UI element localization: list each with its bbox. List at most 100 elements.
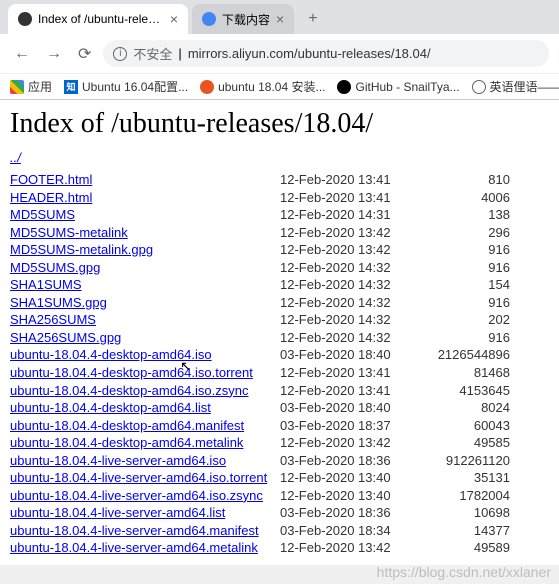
list-item: ubuntu-18.04.4-desktop-amd64.iso.torrent… (10, 364, 549, 382)
github-icon (337, 80, 351, 94)
bookmark-zhihu[interactable]: 知Ubuntu 16.04配置... (64, 78, 188, 95)
parent-dir-link[interactable]: ../ (10, 150, 549, 165)
file-date: 12-Feb-2020 13:42 (280, 434, 430, 452)
file-link[interactable]: ubuntu-18.04.4-desktop-amd64.iso.zsync (10, 382, 270, 400)
file-link[interactable]: ubuntu-18.04.4-live-server-amd64.iso.tor… (10, 469, 270, 487)
list-item: ubuntu-18.04.4-desktop-amd64.iso 03-Feb-2… (10, 346, 549, 364)
list-item: ubuntu-18.04.4-live-server-amd64.manifes… (10, 522, 549, 540)
file-size: 4153645 (430, 382, 510, 400)
bookmark-github[interactable]: GitHub - SnailTya... (337, 80, 459, 94)
list-item: SHA1SUMS.gpg12-Feb-2020 14:32916 (10, 294, 549, 312)
list-item: ubuntu-18.04.4-desktop-amd64.iso.zsync12… (10, 382, 549, 400)
ubuntu-icon (200, 80, 214, 94)
url-input[interactable]: i 不安全 | mirrors.aliyun.com/ubuntu-releas… (103, 40, 549, 67)
file-date: 03-Feb-2020 18:37 (280, 417, 430, 435)
file-date: 12-Feb-2020 13:41 (280, 364, 430, 382)
tab-downloads[interactable]: 下载内容 × (192, 4, 294, 34)
page-title: Index of /ubuntu-releases/18.04/ (10, 108, 549, 140)
file-link[interactable]: ubuntu-18.04.4-live-server-amd64.iso (10, 452, 270, 470)
file-size: 49589 (430, 539, 510, 557)
list-item: ubuntu-18.04.4-live-server-amd64.iso03-F… (10, 452, 549, 470)
tab-bar: Index of /ubuntu-releases/18.0 × 下载内容 × … (0, 0, 559, 34)
list-item: ubuntu-18.04.4-live-server-amd64.metalin… (10, 539, 549, 557)
forward-button[interactable]: → (42, 43, 66, 65)
file-link[interactable]: ubuntu-18.04.4-desktop-amd64.metalink (10, 434, 270, 452)
file-link[interactable]: ubuntu-18.04.4-desktop-amd64.iso.torrent (10, 364, 270, 382)
list-item: ubuntu-18.04.4-live-server-amd64.list03-… (10, 504, 549, 522)
tab-title: 下载内容 (222, 11, 270, 28)
file-size: 138 (430, 206, 510, 224)
address-bar: ← → ⟳ i 不安全 | mirrors.aliyun.com/ubuntu-… (0, 34, 559, 73)
file-date: 12-Feb-2020 14:32 (280, 276, 430, 294)
file-size: 49585 (430, 434, 510, 452)
list-item: MD5SUMS12-Feb-2020 14:31138 (10, 206, 549, 224)
new-tab-button[interactable]: + (298, 4, 327, 34)
tab-active[interactable]: Index of /ubuntu-releases/18.0 × (8, 4, 188, 34)
bookmark-ubuntu18[interactable]: ubuntu 18.04 安装... (200, 78, 325, 95)
file-date: 12-Feb-2020 13:42 (280, 241, 430, 259)
file-size: 4006 (430, 189, 510, 207)
file-link[interactable]: MD5SUMS-metalink (10, 224, 270, 242)
file-link[interactable]: MD5SUMS (10, 206, 270, 224)
download-icon (202, 12, 216, 26)
file-link[interactable]: SHA1SUMS.gpg (10, 294, 270, 312)
globe-icon (472, 80, 486, 94)
file-date: 03-Feb-2020 18:40 (280, 346, 430, 364)
file-link[interactable]: ubuntu-18.04.4-live-server-amd64.manifes… (10, 522, 270, 540)
file-date: 12-Feb-2020 13:40 (280, 487, 430, 505)
file-link[interactable]: SHA256SUMS.gpg (10, 329, 270, 347)
back-button[interactable]: ← (10, 43, 34, 65)
list-item: HEADER.html 12-Feb-2020 13:414006 (10, 189, 549, 207)
apps-button[interactable]: 应用 (10, 78, 52, 95)
list-item: ubuntu-18.04.4-desktop-amd64.metalink 12-… (10, 434, 549, 452)
file-link[interactable]: ubuntu-18.04.4-desktop-amd64.manifest (10, 417, 270, 435)
list-item: SHA1SUMS12-Feb-2020 14:32154 (10, 276, 549, 294)
file-link[interactable]: SHA1SUMS (10, 276, 270, 294)
file-link[interactable]: ubuntu-18.04.4-live-server-amd64.metalin… (10, 539, 270, 557)
bookmark-english[interactable]: 英语俚语——YIYM... (472, 78, 559, 95)
reload-button[interactable]: ⟳ (74, 42, 95, 66)
file-date: 12-Feb-2020 13:41 (280, 171, 430, 189)
file-size: 10698 (430, 504, 510, 522)
apps-icon (10, 80, 24, 94)
file-date: 12-Feb-2020 14:32 (280, 294, 430, 312)
list-item: SHA256SUMS12-Feb-2020 14:32202 (10, 311, 549, 329)
file-size: 81468 (430, 364, 510, 382)
file-link[interactable]: ubuntu-18.04.4-desktop-amd64.list (10, 399, 270, 417)
insecure-label: 不安全 (133, 44, 172, 63)
list-item: MD5SUMS-metalink 12-Feb-2020 13:42296 (10, 224, 549, 242)
separator: | (178, 46, 181, 61)
file-link[interactable]: MD5SUMS-metalink.gpg (10, 241, 270, 259)
file-size: 912261120 (430, 452, 510, 470)
file-link[interactable]: ubuntu-18.04.4-live-server-amd64.iso.zsy… (10, 487, 270, 505)
bookmarks-bar: 应用 知Ubuntu 16.04配置... ubuntu 18.04 安装...… (0, 73, 559, 99)
info-icon[interactable]: i (113, 47, 127, 61)
file-size: 296 (430, 224, 510, 242)
file-date: 12-Feb-2020 13:42 (280, 224, 430, 242)
file-size: 810 (430, 171, 510, 189)
file-link[interactable]: ubuntu-18.04.4-desktop-amd64.iso (10, 346, 270, 364)
file-date: 12-Feb-2020 13:41 (280, 189, 430, 207)
file-date: 12-Feb-2020 14:32 (280, 311, 430, 329)
file-link[interactable]: MD5SUMS.gpg (10, 259, 270, 277)
file-size: 916 (430, 259, 510, 277)
list-item: ubuntu-18.04.4-desktop-amd64.list03-Feb-… (10, 399, 549, 417)
file-size: 35131 (430, 469, 510, 487)
zhihu-icon: 知 (64, 80, 78, 94)
file-size: 14377 (430, 522, 510, 540)
file-link[interactable]: FOOTER.html (10, 171, 270, 189)
file-size: 916 (430, 329, 510, 347)
file-link[interactable]: HEADER.html (10, 189, 270, 207)
file-date: 12-Feb-2020 14:32 (280, 259, 430, 277)
close-icon[interactable]: × (170, 11, 178, 27)
file-size: 916 (430, 241, 510, 259)
file-link[interactable]: ubuntu-18.04.4-live-server-amd64.list (10, 504, 270, 522)
file-size: 1782004 (430, 487, 510, 505)
close-icon[interactable]: × (276, 11, 284, 27)
list-item: ubuntu-18.04.4-desktop-amd64.manifest 03-… (10, 417, 549, 435)
file-date: 12-Feb-2020 13:42 (280, 539, 430, 557)
list-item: SHA256SUMS.gpg12-Feb-2020 14:32916 (10, 329, 549, 347)
list-item: MD5SUMS-metalink.gpg 12-Feb-2020 13:42916 (10, 241, 549, 259)
file-date: 03-Feb-2020 18:34 (280, 522, 430, 540)
file-link[interactable]: SHA256SUMS (10, 311, 270, 329)
